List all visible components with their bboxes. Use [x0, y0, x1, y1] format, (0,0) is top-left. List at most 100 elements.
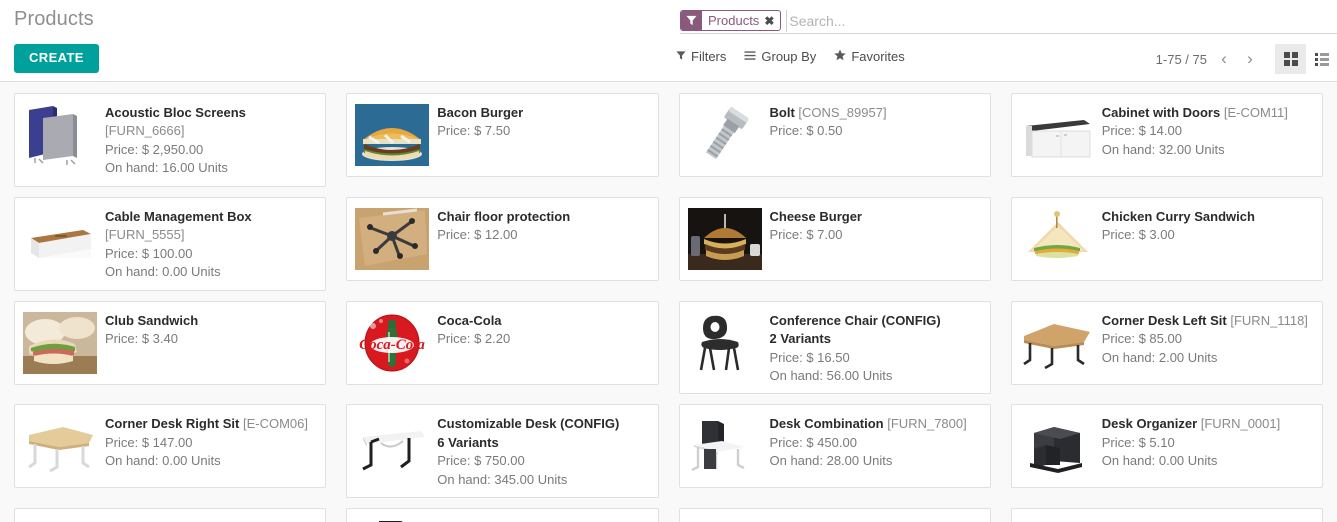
product-price: Price: $ 16.50: [769, 349, 850, 365]
product-onhand: On hand: 0.00 Units: [1101, 453, 1218, 469]
product-name: Club Sandwich: [105, 312, 198, 330]
kanban-card-body: Desk Combination [FURN_7800] Price: $ 450…: [770, 413, 967, 479]
close-icon[interactable]: ✖: [763, 11, 780, 30]
product-name-text: Cable Management Box: [105, 208, 252, 224]
cabinet-with-doors-image: [1018, 102, 1096, 168]
kanban-card[interactable]: Acoustic Bloc Screens [FURN_6666] Price: …: [4, 88, 336, 192]
kanban-card-body: Acoustic Bloc Screens [FURN_6666] Price: …: [105, 102, 317, 178]
product-code: [CONS_89957]: [798, 105, 887, 120]
pager-previous-button[interactable]: ‹: [1211, 46, 1237, 72]
product-name: Conference Chair (CONFIG): [770, 312, 941, 330]
kanban-card-inner[interactable]: Desk Combination [FURN_7800] Price: $ 450…: [678, 404, 991, 489]
conference-chair-image: [686, 310, 764, 376]
kanban-card[interactable]: Chair floor protection Price: $ 12.00: [336, 192, 668, 296]
club-sandwich-image: [21, 310, 99, 376]
product-name-text: Corner Desk Right Sit: [105, 416, 240, 432]
kanban-card-inner[interactable]: Discount [DISC]: [678, 508, 991, 522]
kanban-card[interactable]: Cheese Burger Price: $ 7.00: [669, 192, 1001, 296]
pager-next-button[interactable]: ›: [1237, 46, 1263, 72]
kanban-card-inner[interactable]: Coca-Cola Coca-Cola Price: $ 2.20: [346, 300, 659, 385]
kanban-card[interactable]: Desk Pad [FURN_0002]: [4, 503, 336, 522]
kanban-card-inner[interactable]: Corner Desk Left Sit [FURN_1118] Price: $…: [1010, 300, 1323, 385]
product-code: [FURN_7800]: [887, 416, 967, 432]
bars-icon: [744, 50, 756, 64]
favorites-button[interactable]: Favorites: [834, 46, 914, 67]
search-input[interactable]: [786, 9, 1337, 32]
kanban-card-inner[interactable]: Bolt [CONS_89957] Price: $ 0.50: [678, 93, 991, 177]
product-variants: 6 Variants: [437, 434, 499, 450]
kanban-card[interactable]: Cabinet with Doors [E-COM11] Price: $ 14.…: [1001, 88, 1333, 192]
kanban-card-inner[interactable]: Desk Stand with Screen [FURN_7888]: [346, 508, 659, 522]
kanban-card-body: Desk Stand with Screen [FURN_7888]: [437, 517, 649, 522]
kanban-card[interactable]: Coca-Cola Coca-Cola Price: $ 2.20: [336, 296, 668, 400]
product-price: Price: $ 450.00: [769, 434, 857, 450]
kanban-card[interactable]: Desk Organizer [FURN_0001] Price: $ 5.10 O…: [1001, 399, 1333, 503]
kanban-card[interactable]: Club Sandwich Price: $ 3.40: [4, 296, 336, 400]
kanban-card[interactable]: Discount [DISC]: [669, 503, 1001, 522]
kanban-card-body: Club Sandwich Price: $ 3.40: [105, 310, 198, 376]
kanban-card-body: Cheese Burger Price: $ 7.00: [770, 206, 862, 272]
kanban-card-body: Cabinet with Doors [E-COM11] Price: $ 14.…: [1102, 102, 1288, 168]
kanban-card-inner[interactable]: Acoustic Bloc Screens [FURN_6666] Price: …: [14, 93, 327, 187]
product-name-text: Bolt: [769, 105, 795, 120]
kanban-card-inner[interactable]: Bacon Burger Price: $ 7.50: [346, 93, 659, 177]
kanban-view-button[interactable]: [1275, 44, 1306, 74]
kanban-card[interactable]: Corner Desk Left Sit [FURN_1118] Price: $…: [1001, 296, 1333, 400]
kanban-card-body: Bolt [CONS_89957] Price: $ 0.50: [770, 102, 887, 168]
breadcrumb[interactable]: Products: [14, 6, 99, 32]
kanban-card[interactable]: Bacon Burger Price: $ 7.50: [336, 88, 668, 192]
kanban-card-inner[interactable]: Corner Desk Right Sit [E-COM06] Price: $ …: [14, 404, 327, 489]
product-name-text: Corner Desk Left Sit: [1101, 312, 1227, 328]
product-onhand: On hand: 56.00 Units: [769, 367, 893, 383]
drawer-image: [1018, 517, 1096, 522]
kanban-card[interactable]: Drawer [FURN_8855]: [1001, 503, 1333, 522]
product-price: Price: $ 7.50: [437, 123, 511, 139]
kanban-card-body: Corner Desk Left Sit [FURN_1118] Price: $…: [1102, 310, 1308, 376]
kanban-card[interactable]: Desk Combination [FURN_7800] Price: $ 450…: [669, 399, 1001, 503]
kanban-card[interactable]: Bolt [CONS_89957] Price: $ 0.50: [669, 88, 1001, 192]
placeholder-image: [686, 517, 764, 522]
product-price: Price: $ 3.40: [105, 331, 178, 347]
kanban-card-inner[interactable]: Customizable Desk (CONFIG) 6 Variants Pric…: [346, 404, 659, 499]
search-facet-products[interactable]: Products ✖: [680, 10, 782, 31]
filter-icon: [676, 50, 686, 64]
kanban-card[interactable]: Customizable Desk (CONFIG) 6 Variants Pric…: [336, 399, 668, 503]
kanban-card-inner[interactable]: Chair floor protection Price: $ 12.00: [346, 196, 659, 281]
kanban-card-inner[interactable]: Club Sandwich Price: $ 3.40: [14, 300, 327, 385]
kanban-card[interactable]: Chicken Curry Sandwich Price: $ 3.00: [1001, 192, 1333, 296]
create-button[interactable]: CREATE: [14, 44, 99, 73]
kanban-card-body: Chair floor protection Price: $ 12.00: [437, 206, 570, 272]
groupby-button[interactable]: Group By: [744, 46, 826, 67]
list-view-button[interactable]: [1306, 44, 1337, 74]
kanban-card-inner[interactable]: Desk Pad [FURN_0002]: [14, 508, 327, 522]
pager: 1-75 / 75 ‹ ›: [1152, 46, 1263, 72]
product-code: [FURN_0001]: [1200, 416, 1281, 432]
kanban-card-body: Corner Desk Right Sit [E-COM06] Price: $ …: [105, 413, 308, 479]
filters-button[interactable]: Filters: [676, 46, 736, 67]
chicken-curry-sandwich-image: [1018, 206, 1096, 272]
kanban-card-inner[interactable]: Chicken Curry Sandwich Price: $ 3.00: [1010, 196, 1323, 281]
kanban-card-inner[interactable]: Cabinet with Doors [E-COM11] Price: $ 14.…: [1010, 93, 1323, 177]
product-name-text: Cheese Burger: [769, 208, 862, 224]
product-name-text: Chicken Curry Sandwich: [1101, 208, 1255, 224]
product-name-text: Coca-Cola: [437, 312, 502, 328]
kanban-card[interactable]: Cable Management Box [FURN_5555] Price: $…: [4, 192, 336, 296]
filters-label: Filters: [691, 49, 727, 64]
pager-value[interactable]: 1-75 / 75: [1152, 52, 1211, 67]
kanban-card-inner[interactable]: Cheese Burger Price: $ 7.00: [678, 196, 991, 281]
kanban-card-inner[interactable]: Conference Chair (CONFIG) 2 Variants Price…: [678, 300, 991, 395]
product-name-text: Chair floor protection: [437, 208, 571, 224]
product-onhand: On hand: 345.00 Units: [437, 471, 568, 487]
kanban-card-inner[interactable]: Drawer [FURN_8855]: [1010, 508, 1323, 522]
search-facet-label: Products: [708, 13, 760, 28]
product-onhand: On hand: 32.00 Units: [1101, 141, 1225, 157]
kanban-card-body: Drawer [FURN_8855]: [1102, 517, 1229, 522]
product-variants: 2 Variants: [769, 331, 831, 347]
kanban-card-inner[interactable]: Desk Organizer [FURN_0001] Price: $ 5.10 O…: [1010, 404, 1323, 489]
kanban-card[interactable]: Desk Stand with Screen [FURN_7888]: [336, 503, 668, 522]
kanban-card[interactable]: Corner Desk Right Sit [E-COM06] Price: $ …: [4, 399, 336, 503]
kanban-card[interactable]: Conference Chair (CONFIG) 2 Variants Price…: [669, 296, 1001, 400]
kanban-card-inner[interactable]: Cable Management Box [FURN_5555] Price: $…: [14, 196, 327, 291]
bolt-image: [686, 102, 764, 168]
product-name-text: Club Sandwich: [105, 312, 199, 328]
